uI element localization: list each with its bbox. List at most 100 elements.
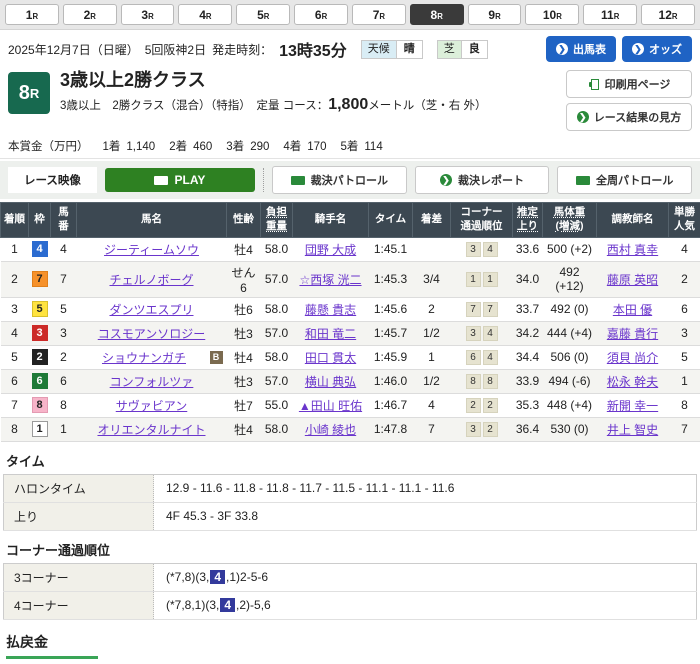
corner-positions: 34 <box>451 321 513 345</box>
prize-item: 4着170 <box>283 138 326 154</box>
steward-patrol-button[interactable]: 裁決パトロール <box>272 166 407 194</box>
trainer-link[interactable]: 須貝 尚介 <box>607 351 658 365</box>
bracket-number: 3 <box>32 325 48 341</box>
trainer-link[interactable]: 松永 幹夫 <box>607 375 658 389</box>
prize-amount: 290 <box>250 141 269 153</box>
race-tab-6R[interactable]: 6R <box>294 4 348 25</box>
print-page-button[interactable]: 印刷用ページ <box>566 70 692 98</box>
column-header-text: 負担 重量 <box>266 206 287 232</box>
last-3f: 33.9 <box>513 369 543 393</box>
race-tab-1R[interactable]: 1R <box>5 4 59 25</box>
jockey-link[interactable]: 横山 典弘 <box>305 375 356 389</box>
margin: 3/4 <box>413 261 451 297</box>
trainer-link[interactable]: 井上 智史 <box>607 423 658 437</box>
race-tab-bar: 1R2R3R4R5R6R7R8R9R10R11R12R <box>0 0 700 30</box>
finish-position: 2 <box>1 261 29 297</box>
win-favorite: 6 <box>669 297 700 321</box>
bracket-number: 6 <box>32 373 48 389</box>
jockey-link[interactable]: ▲田山 旺佑 <box>299 399 362 413</box>
print-page-label: 印刷用ページ <box>605 76 671 92</box>
carried-weight: 57.0 <box>261 321 293 345</box>
steward-report-button[interactable]: ❯ 裁決レポート <box>415 166 550 194</box>
trainer-link[interactable]: 新開 幸一 <box>607 399 658 413</box>
corner-position: 7 <box>483 302 498 317</box>
weather-label: 天候 <box>362 41 396 58</box>
carried-weight: 58.0 <box>261 297 293 321</box>
race-tab-11R[interactable]: 11R <box>583 4 637 25</box>
race-tab-10R[interactable]: 10R <box>525 4 579 25</box>
corner-position: 3 <box>466 242 481 257</box>
divider <box>263 168 264 192</box>
finish-position: 5 <box>1 345 29 369</box>
bracket-number: 7 <box>32 271 48 287</box>
trainer-link[interactable]: 西村 真幸 <box>607 243 658 257</box>
video-camera-icon <box>154 176 168 185</box>
jockey-link[interactable]: 和田 竜二 <box>305 327 356 341</box>
column-header: 枠 <box>29 203 51 237</box>
jockey-link[interactable]: 小崎 綾也 <box>305 423 356 437</box>
horse-name-link[interactable]: コンフォルツァ <box>79 373 225 390</box>
corner-positions: 77 <box>451 297 513 321</box>
horse-name-link[interactable]: オリエンタルナイト <box>79 421 225 438</box>
table-row: 433コスモアンソロジー牡357.0和田 竜二1:45.71/23434.244… <box>1 321 700 345</box>
carried-weight: 58.0 <box>261 345 293 369</box>
race-tab-7R[interactable]: 7R <box>352 4 406 25</box>
horse-name-link[interactable]: ショウナンガチ <box>79 349 210 366</box>
jockey-link[interactable]: 藤懸 貴志 <box>305 303 356 317</box>
column-header-text: 馬体重 (増減) <box>554 206 586 232</box>
horse-name-cell: オリエンタルナイト <box>77 417 227 441</box>
corner-row-label: 4コーナー <box>4 591 154 619</box>
jockey-cell: 藤懸 貴志 <box>293 297 369 321</box>
corner-position: 4 <box>483 350 498 365</box>
video-camera-icon <box>291 176 305 185</box>
all-round-patrol-button[interactable]: 全周パトロール <box>557 166 692 194</box>
corner-row: 4コーナー(*7,8,1)(3,4,2)-5,6 <box>4 591 697 619</box>
trainer-link[interactable]: 藤原 英昭 <box>607 273 658 287</box>
race-tab-9R[interactable]: 9R <box>468 4 522 25</box>
prize-item: 2着460 <box>169 138 212 154</box>
horse-name-link[interactable]: コスモアンソロジー <box>79 325 225 342</box>
horse-name-link[interactable]: チェルノボーグ <box>79 271 225 288</box>
race-tab-8R[interactable]: 8R <box>410 4 464 25</box>
race-conditions: 3歳以上 2勝クラス（混合）（特指） 定量 コース：1,800メートル（芝・右 … <box>60 96 566 114</box>
column-header: 馬 番 <box>51 203 77 237</box>
race-tab-4R[interactable]: 4R <box>178 4 232 25</box>
entries-button[interactable]: ❯ 出馬表 <box>546 36 616 62</box>
jockey-cell: ▲田山 旺佑 <box>293 393 369 417</box>
jockey-link[interactable]: ☆西塚 洸二 <box>299 273 361 287</box>
trainer-link[interactable]: 嘉藤 貴行 <box>607 327 658 341</box>
race-tab-3R[interactable]: 3R <box>121 4 175 25</box>
results-guide-button[interactable]: ❯ レース結果の見方 <box>566 103 692 131</box>
win-favorite: 5 <box>669 345 700 369</box>
jockey-link[interactable]: 田口 貫太 <box>305 351 356 365</box>
prize-item: 3着 290 <box>226 138 269 154</box>
prize-item: 1着1,140 <box>103 138 156 154</box>
horse-name-wrap: コスモアンソロジー <box>79 325 225 342</box>
column-header-text: 馬名 <box>141 213 162 225</box>
prize-rank: 3着 <box>226 141 244 153</box>
jockey-link[interactable]: 団野 大成 <box>305 243 356 257</box>
horse-name-link[interactable]: ジーティームソウ <box>79 241 225 258</box>
corner-position: 1 <box>483 272 498 287</box>
turf-label: 芝 <box>438 41 461 58</box>
race-tab-2R[interactable]: 2R <box>63 4 117 25</box>
margin: 2 <box>413 297 451 321</box>
corner-order-text: ,2)-5,6 <box>236 598 271 612</box>
column-header-text: 調教師名 <box>612 213 654 225</box>
column-header: 馬体重 (増減) <box>543 203 597 237</box>
column-header-text: 単勝 人気 <box>674 206 695 232</box>
horse-name-link[interactable]: サヴァビアン <box>79 397 225 414</box>
race-tab-5R[interactable]: 5R <box>236 4 290 25</box>
column-header-text: 性齢 <box>233 213 254 225</box>
horse-name-cell: ジーティームソウ <box>77 237 227 261</box>
corner-positions: 11 <box>451 261 513 297</box>
horse-name-link[interactable]: ダンツエスプリ <box>79 301 225 318</box>
corner-order-text: (*7,8)(3, <box>166 570 209 584</box>
prize-rank: 4着 <box>283 141 301 153</box>
play-button[interactable]: PLAY <box>105 168 255 192</box>
odds-button[interactable]: ❯ オッズ <box>622 36 692 62</box>
race-tab-12R[interactable]: 12R <box>641 4 695 25</box>
trainer-cell: 井上 智史 <box>597 417 669 441</box>
trainer-link[interactable]: 本田 優 <box>613 303 652 317</box>
last-3f: 35.3 <box>513 393 543 417</box>
